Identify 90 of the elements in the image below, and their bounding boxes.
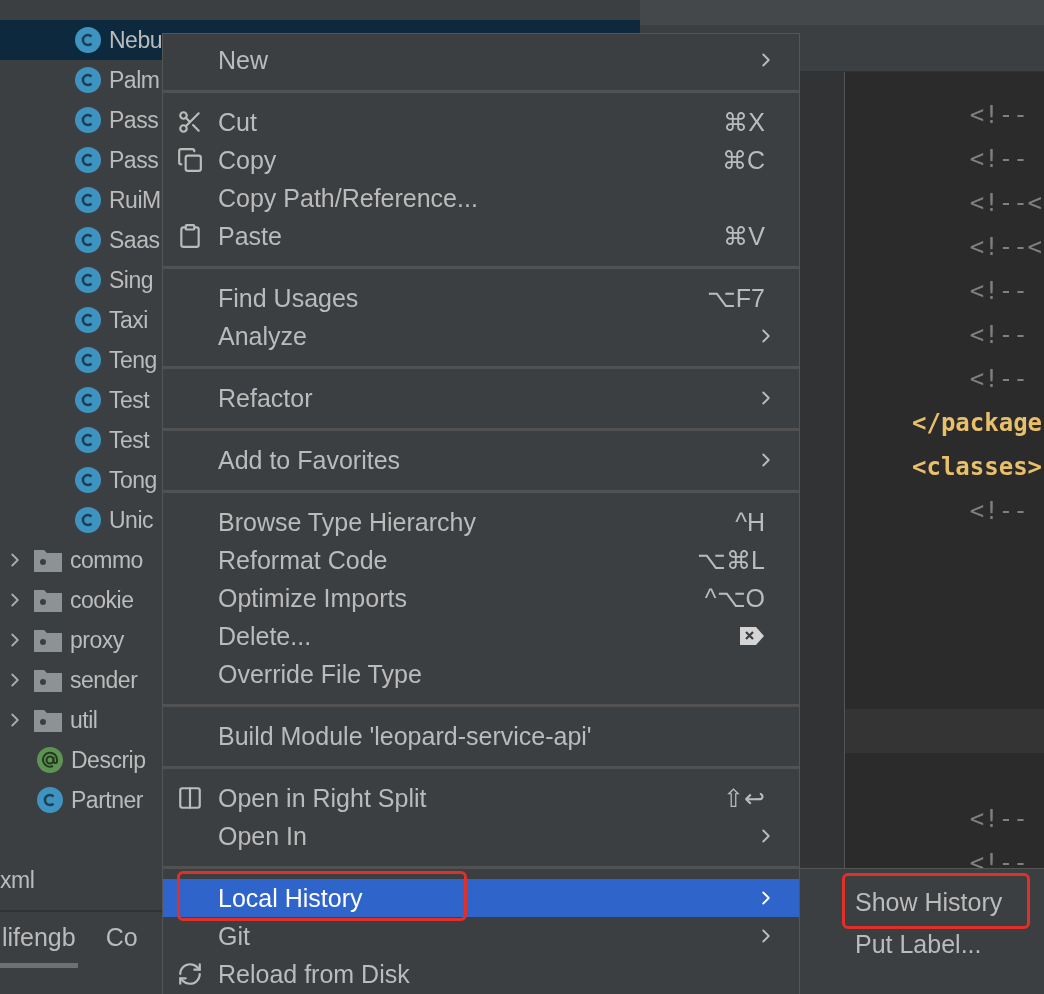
menu-item[interactable]: Browse Type Hierarchy ^H — [163, 503, 799, 541]
menu-item[interactable]: Override File Type — [163, 655, 799, 693]
menu-item[interactable]: Add to Favorites — [163, 441, 799, 479]
code-comment: <!--< — [968, 189, 1043, 217]
class-icon — [74, 266, 102, 294]
code-comment: <!-- — [968, 321, 1028, 349]
split-icon — [177, 785, 203, 811]
tree-item[interactable]: sender — [70, 666, 138, 694]
shortcut-label: ^⌥O — [704, 583, 765, 613]
tree-item[interactable]: Test — [109, 426, 150, 454]
clipboard-icon — [177, 223, 203, 249]
folder-icon — [33, 707, 63, 733]
annotation-icon — [36, 746, 64, 774]
tool-tab[interactable]: lifengb — [0, 912, 78, 968]
tree-item[interactable]: RuiM — [109, 186, 161, 214]
shortcut-label: ⌘C — [721, 145, 765, 175]
code-comment: <!-- — [968, 277, 1028, 305]
tree-item[interactable]: Descrip — [71, 746, 146, 774]
tree-item[interactable]: cookie — [70, 586, 134, 614]
shortcut-label: ^H — [735, 507, 765, 537]
class-icon — [74, 226, 102, 254]
folder-icon — [33, 667, 63, 693]
copy-icon — [177, 147, 203, 173]
folder-icon — [33, 627, 63, 653]
menu-item[interactable]: New — [163, 41, 799, 79]
class-icon — [74, 466, 102, 494]
tree-item[interactable]: Taxi — [109, 306, 148, 334]
class-icon — [74, 106, 102, 134]
tree-item[interactable]: Sing — [109, 266, 154, 294]
class-icon — [74, 146, 102, 174]
tool-tab[interactable]: Co — [103, 912, 140, 968]
tree-item[interactable]: Palm — [109, 66, 160, 94]
shortcut-label: ⌘X — [723, 107, 765, 137]
reload-icon — [177, 961, 203, 987]
code-tag: </package — [912, 409, 1043, 437]
menu-item[interactable]: Refactor — [163, 379, 799, 417]
class-icon — [74, 26, 102, 54]
menu-item[interactable]: Reformat Code ⌥⌘L — [163, 541, 799, 579]
code-comment: <!-- — [968, 497, 1028, 525]
menu-item[interactable]: Cut ⌘X — [163, 103, 799, 141]
menu-item[interactable]: Analyze — [163, 317, 799, 355]
menu-item[interactable]: Open in Right Split ⇧↩ — [163, 779, 799, 817]
tree-item[interactable]: Pass — [109, 106, 159, 134]
scissors-icon — [177, 109, 203, 135]
tree-item[interactable]: Teng — [109, 346, 157, 374]
menu-item[interactable]: Copy Path/Reference... — [163, 179, 799, 217]
menu-item[interactable]: Local History — [163, 879, 799, 917]
code-comment: <!-- — [968, 101, 1028, 129]
class-icon — [36, 786, 64, 814]
menu-item[interactable]: Build Module 'leopard-service-api' — [163, 717, 799, 755]
class-icon — [74, 306, 102, 334]
tree-item[interactable]: Saas — [109, 226, 160, 254]
folder-icon — [33, 587, 63, 613]
shortcut-label: ⌘V — [723, 221, 765, 251]
class-icon — [74, 346, 102, 374]
tree-item[interactable]: Pass — [109, 146, 159, 174]
tree-item[interactable]: Test — [109, 386, 150, 414]
tree-item[interactable]: Partner — [71, 786, 143, 814]
menu-item[interactable]: Show History — [800, 883, 1044, 921]
class-icon — [74, 186, 102, 214]
tree-item[interactable]: commo — [70, 546, 143, 574]
folder-icon — [33, 547, 63, 573]
menu-item[interactable]: Delete... — [163, 617, 799, 655]
menu-item[interactable]: Find Usages ⌥F7 — [163, 279, 799, 317]
shortcut-label: ⌥⌘L — [697, 545, 765, 575]
shortcut-label: ⌥F7 — [706, 283, 765, 313]
class-icon — [74, 506, 102, 534]
tree-item[interactable]: xml — [0, 866, 35, 894]
menu-item[interactable]: Paste ⌘V — [163, 217, 799, 255]
class-icon — [74, 426, 102, 454]
tree-item[interactable]: Tong — [109, 466, 157, 494]
code-comment: <!--< — [968, 233, 1043, 261]
shortcut-label: ⇧↩ — [723, 783, 765, 813]
tree-item[interactable]: Unic — [109, 506, 153, 534]
code-tag: <classes> — [912, 453, 1043, 481]
code-comment: <!-- — [968, 805, 1028, 833]
menu-item[interactable]: Optimize Imports ^⌥O — [163, 579, 799, 617]
tree-item[interactable]: Nebu — [109, 26, 162, 54]
menu-item[interactable]: Open In — [163, 817, 799, 855]
menu-item[interactable]: Reload from Disk — [163, 955, 799, 993]
class-icon — [74, 66, 102, 94]
menu-item[interactable]: Git — [163, 917, 799, 955]
code-comment: <!-- — [968, 145, 1028, 173]
class-icon — [74, 386, 102, 414]
delete-key-icon — [739, 626, 765, 646]
tree-item[interactable]: util — [70, 706, 98, 734]
menu-item[interactable]: Put Label... — [800, 925, 1044, 963]
code-comment: <!-- — [968, 365, 1028, 393]
menu-item[interactable]: Copy ⌘C — [163, 141, 799, 179]
tree-item[interactable]: proxy — [70, 626, 124, 654]
